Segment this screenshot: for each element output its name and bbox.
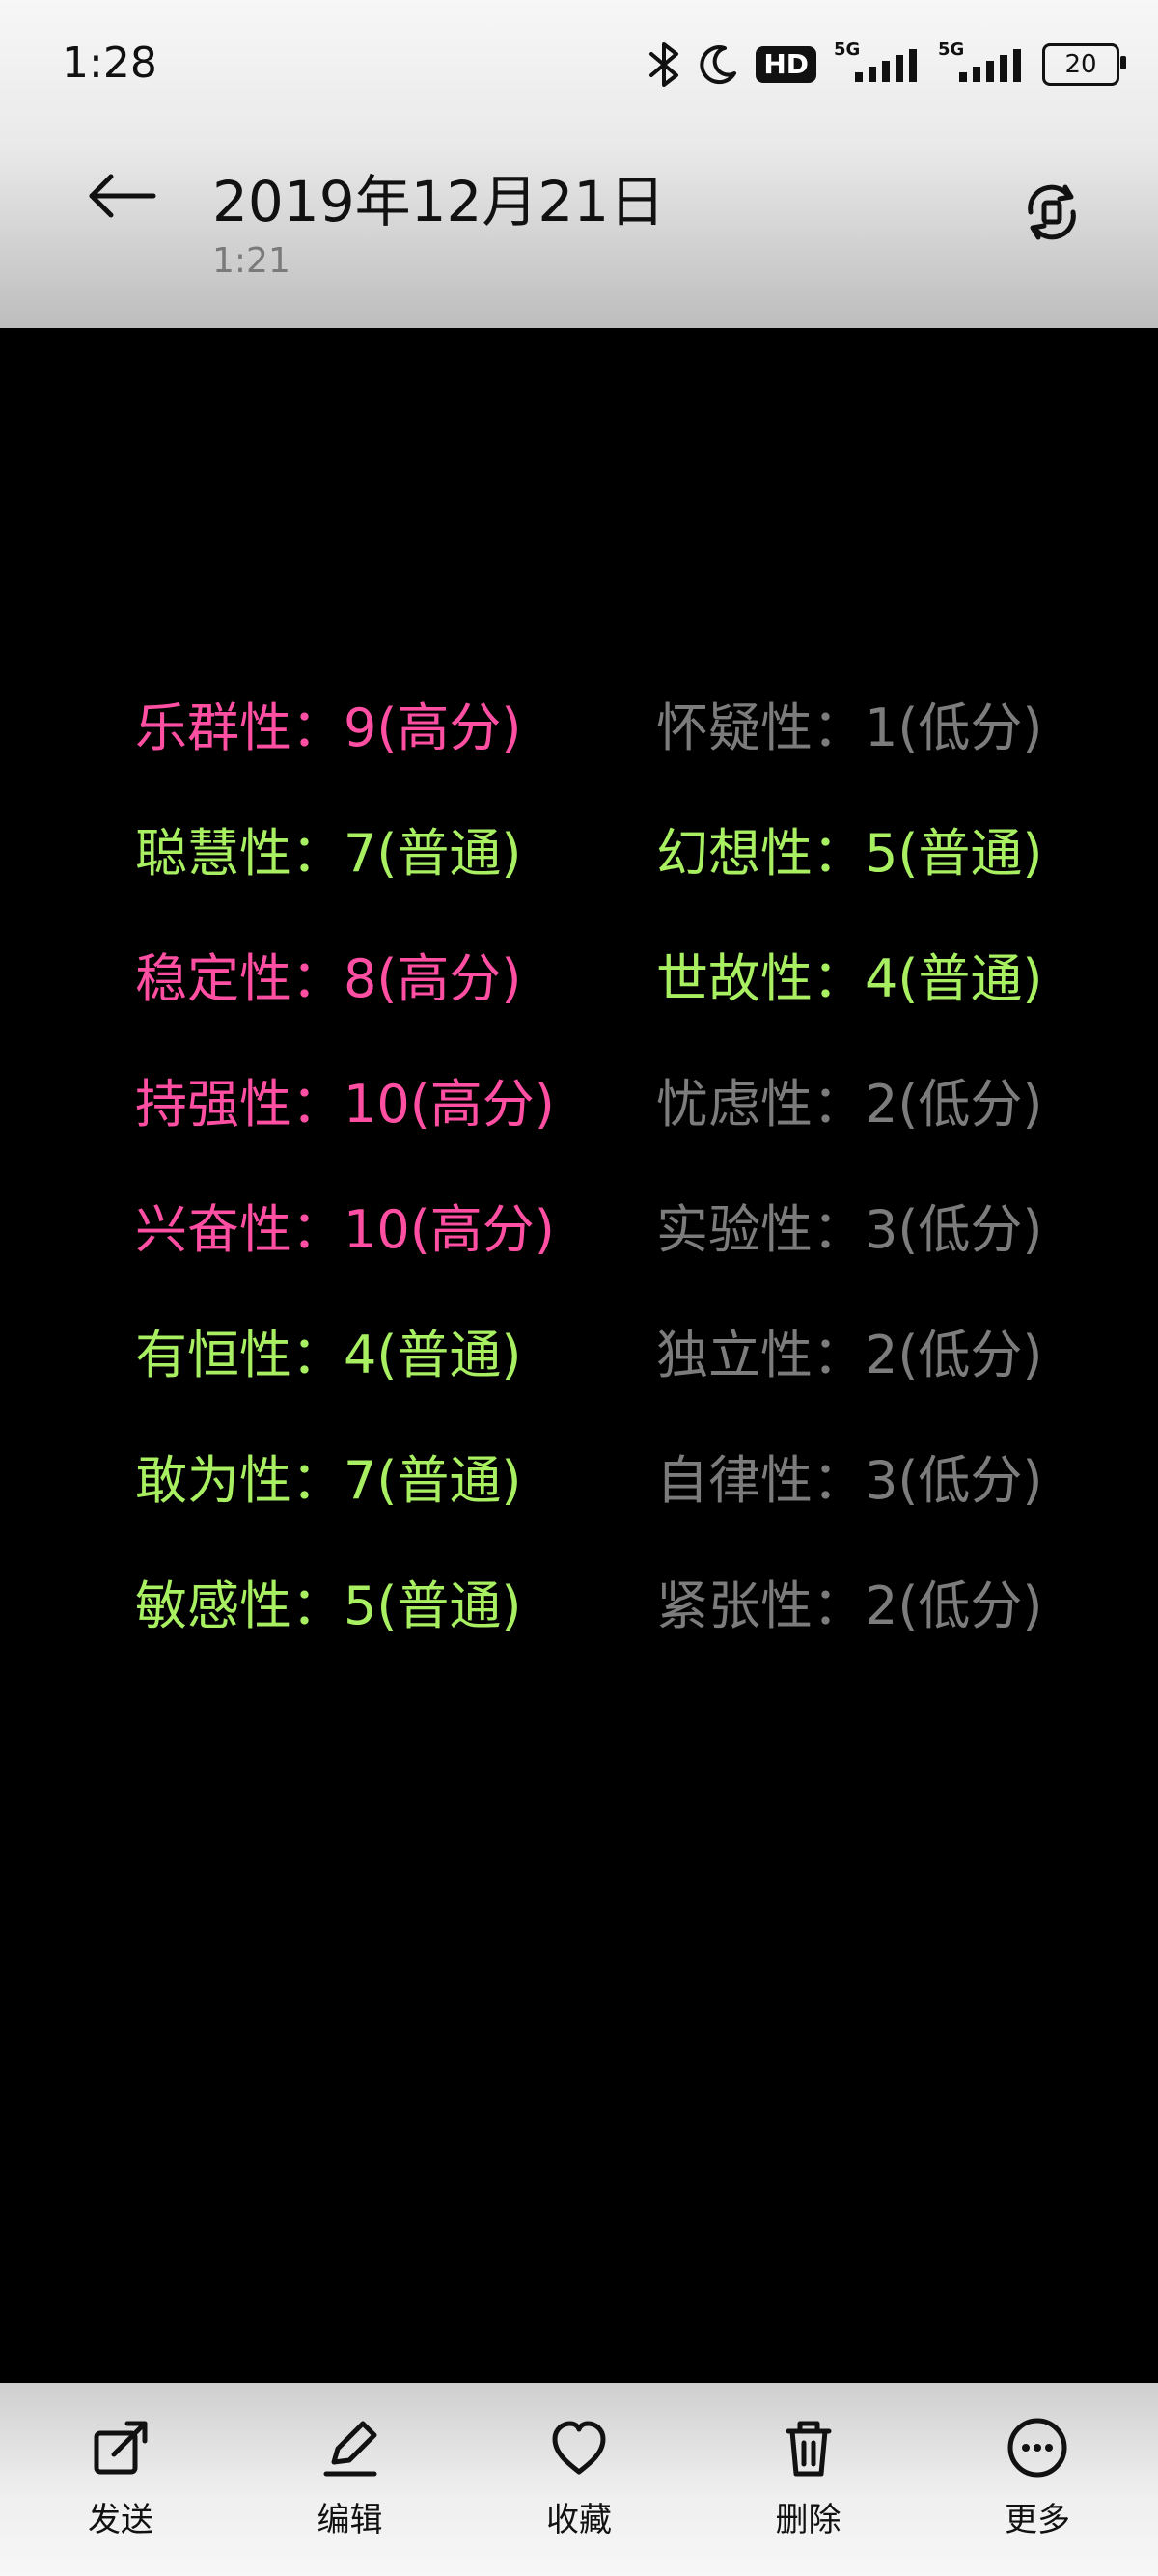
more-label: 更多 [1005,2501,1070,2539]
title-bar: 2019年12月21日 1:21 [0,135,1158,328]
delete-label: 删除 [775,2501,841,2539]
battery-level: 20 [1064,50,1097,79]
trait-item-right-3: 世故性：4(普通) [656,948,1043,1009]
trait-item-right-5: 实验性：3(低分) [656,1199,1043,1260]
trash-icon [773,2412,844,2483]
trait-item-left-6: 有恒性：4(普通) [135,1325,522,1385]
trait-item-left-2: 聪慧性：7(普通) [135,823,522,884]
trait-item-right-8: 紧张性：2(低分) [656,1576,1043,1636]
trait-score-grid: 乐群性：9(高分) 怀疑性：1(低分) 聪慧性：7(普通) 幻想性：5(普通) … [135,666,1081,1669]
heart-icon [543,2412,615,2483]
status-icons: HD 5G 5G 20 [648,40,1126,87]
edit-label: 编辑 [317,2501,383,2539]
trait-item-right-4: 忧虑性：2(低分) [656,1074,1043,1135]
send-label: 发送 [88,2501,153,2539]
more-button[interactable]: 更多 [975,2383,1100,2576]
page-title: 2019年12月21日 [212,169,666,234]
signal-strength-2: 5G [938,40,1025,84]
photo-content: 乐群性：9(高分) 怀疑性：1(低分) 聪慧性：7(普通) 幻想性：5(普通) … [0,328,1158,2383]
network-type-label: 5G [938,40,965,60]
trait-item-right-2: 幻想性：5(普通) [656,823,1043,884]
share-icon [85,2412,156,2483]
signal-strength-1: 5G [834,40,921,84]
arrow-left-icon [84,169,157,227]
trait-item-left-4: 持强性：10(高分) [135,1074,555,1135]
delete-button[interactable]: 删除 [746,2383,871,2576]
bottom-action-bar: 发送 编辑 收藏 删除 更多 [0,2383,1158,2576]
trait-item-right-7: 自律性：3(低分) [656,1450,1043,1511]
edit-pencil-icon [315,2412,386,2483]
send-button[interactable]: 发送 [58,2383,183,2576]
rotate-button[interactable] [1013,176,1090,253]
top-header: 1:28 HD 5G 5G 20 2019年12月21日 1:21 [0,0,1158,328]
trait-item-left-7: 敢为性：7(普通) [135,1450,522,1511]
bluetooth-icon [648,42,680,87]
favorite-label: 收藏 [546,2501,612,2539]
edit-button[interactable]: 编辑 [288,2383,413,2576]
do-not-disturb-moon-icon [698,44,738,85]
trait-item-left-5: 兴奋性：10(高分) [135,1199,555,1260]
status-time: 1:28 [62,39,157,88]
gallery-photo-view: 1:28 HD 5G 5G 20 2019年12月21日 1:21 乐群性：9(… [0,0,1158,2576]
hd-badge: HD [756,46,816,83]
network-type-label: 5G [834,40,861,60]
more-dots-icon [1002,2412,1073,2483]
trait-item-left-1: 乐群性：9(高分) [135,698,522,758]
trait-item-left-8: 敏感性：5(普通) [135,1576,522,1636]
page-subtitle: 1:21 [212,241,290,281]
status-bar: 1:28 HD 5G 5G 20 [0,0,1158,135]
trait-item-left-3: 稳定性：8(高分) [135,948,522,1009]
back-button[interactable] [77,154,164,241]
battery-icon: 20 [1042,43,1126,86]
trait-item-right-1: 怀疑性：1(低分) [656,698,1043,758]
rotate-screen-icon [1017,178,1087,251]
trait-item-right-6: 独立性：2(低分) [656,1325,1043,1385]
favorite-button[interactable]: 收藏 [516,2383,642,2576]
